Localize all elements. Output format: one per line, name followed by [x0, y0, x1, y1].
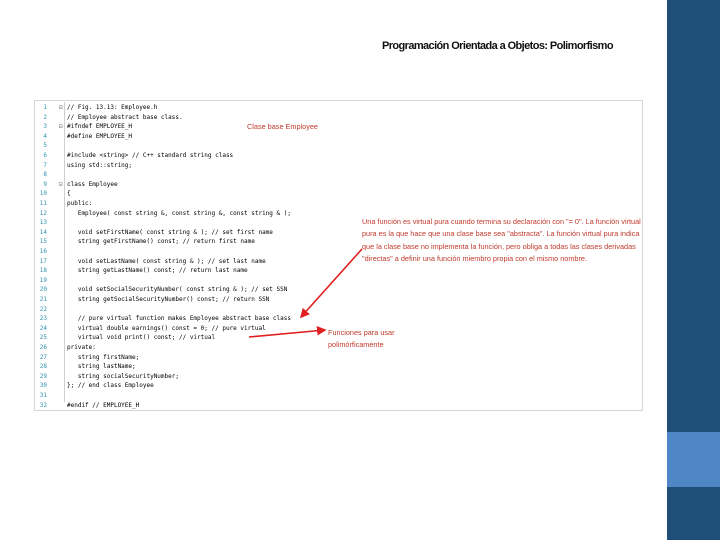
line-number: 18	[39, 267, 47, 275]
line-number: 13	[39, 219, 47, 227]
sidebar-accent	[667, 432, 720, 487]
line-number: 17	[39, 257, 47, 265]
code-line: 9 ⊟ class Employee	[35, 181, 365, 189]
line-number: 19	[39, 276, 47, 284]
code-text: class Employee	[67, 180, 118, 188]
line-number: 11	[39, 200, 47, 207]
code-line: 13	[35, 219, 365, 227]
annotation-pure-virtual: Una función es virtual pura cuando termi…	[362, 217, 641, 264]
line-number: 30	[39, 382, 47, 390]
code-line: 18 string getLastName() const; // return…	[35, 267, 365, 275]
line-number: 4	[43, 132, 47, 140]
line-number: 31	[39, 392, 47, 399]
code-line: 6 #include <string> // C++ standard strin…	[35, 152, 365, 160]
code-line: 1 ⊟ // Fig. 13.13: Employee.h	[35, 104, 365, 112]
code-line: 32 #endif // EMPLOYEE_H	[35, 402, 365, 410]
line-number: 22	[39, 305, 47, 313]
line-number: 8	[43, 171, 47, 179]
code-text: using std::string;	[67, 161, 133, 169]
code-text: private:	[67, 344, 96, 351]
code-text: void setLastName( const string & ); // s…	[67, 257, 266, 265]
code-line: 8	[35, 171, 365, 179]
code-line: 11 public:	[35, 200, 365, 208]
code-text: string firstName;	[67, 353, 140, 361]
line-number: 15	[39, 238, 47, 246]
code-screenshot: 1 ⊟ // Fig. 13.13: Employee.h 2 // Employee …	[34, 100, 643, 411]
line-number: 6	[43, 152, 47, 159]
code-line: 29 string socialSecurityNumber;	[35, 373, 365, 381]
code-text: virtual void print() const; // virtual	[67, 334, 216, 342]
fold-toggle-icon: ⊟	[59, 180, 63, 188]
code-line: 21 string getSocialSecurityNumber() cons…	[35, 296, 365, 304]
code-text: virtual double earnings() const = 0; // …	[67, 324, 266, 332]
code-line: 16	[35, 248, 365, 256]
code-line: 14 void setFirstName( const string & ); …	[35, 229, 365, 237]
fold-toggle-icon: ⊟	[59, 123, 63, 131]
code-text: string lastName;	[67, 363, 136, 371]
line-number: 29	[39, 372, 47, 380]
code-text: string socialSecurityNumber;	[67, 372, 179, 380]
code-text: void setSocialSecurityNumber( const stri…	[67, 286, 288, 294]
line-number: 26	[39, 344, 47, 351]
code-text: #define EMPLOYEE_H	[67, 132, 133, 140]
code-line: 12 Employee( const string &, const strin…	[35, 210, 365, 218]
code-line: 30 }; // end class Employee	[35, 382, 365, 390]
code-text: string getFirstName() const; // return f…	[67, 238, 255, 246]
code-line: 28 string lastName;	[35, 363, 365, 371]
code-text: #endif // EMPLOYEE_H	[67, 401, 140, 409]
code-line: 23 // pure virtual function makes Employ…	[35, 315, 365, 323]
code-line: 10 {	[35, 190, 365, 198]
code-line: 19	[35, 277, 365, 285]
fold-toggle-icon: ⊟	[59, 104, 63, 111]
code-line: 31	[35, 392, 365, 400]
code-text: string getSocialSecurityNumber() const; …	[67, 296, 270, 303]
code-text: void setFirstName( const string & ); // …	[67, 228, 273, 236]
code-text: {	[67, 190, 71, 198]
code-line: 4 #define EMPLOYEE_H	[35, 133, 365, 141]
code-line: 15 string getFirstName() const; // retur…	[35, 238, 365, 246]
line-number: 25	[39, 334, 47, 342]
code-line: 5	[35, 142, 365, 150]
code-text: // Fig. 13.13: Employee.h	[67, 104, 158, 111]
code-line: 27 string firstName;	[35, 354, 365, 362]
line-number: 14	[39, 228, 47, 236]
line-number: 3	[43, 123, 47, 131]
code-line: 24 virtual double earnings() const = 0; …	[35, 325, 365, 333]
code-text: #ifndef EMPLOYEE_H	[67, 123, 133, 131]
code-line: 7 using std::string;	[35, 162, 365, 170]
code-line: 17 void setLastName( const string & ); /…	[35, 258, 365, 266]
annotation-base-class: Clase base Employee	[247, 122, 318, 131]
code-line: 20 void setSocialSecurityNumber( const s…	[35, 286, 365, 294]
code-line: 26 private:	[35, 344, 365, 352]
line-number: 7	[43, 161, 47, 169]
code-text: // Employee abstract base class.	[67, 113, 183, 121]
slide-title: Programación Orientada a Objetos: Polimo…	[382, 40, 614, 52]
line-number: 21	[39, 296, 47, 303]
line-number: 28	[39, 363, 47, 371]
code-text: }; // end class Employee	[67, 382, 154, 390]
line-number: 2	[43, 113, 47, 121]
line-number: 32	[39, 401, 47, 409]
code-text: public:	[67, 200, 93, 207]
line-number: 16	[39, 248, 47, 255]
code-text: // pure virtual function makes Employee …	[67, 315, 291, 323]
code-text: string getLastName() const; // return la…	[67, 267, 248, 275]
code-text: Employee( const string &, const string &…	[67, 209, 291, 217]
code-line: 22	[35, 306, 365, 314]
code-text: #include <string> // C++ standard string…	[67, 152, 234, 159]
annotation-polymorphic-functions: Funciones para usar polimórficamente	[328, 328, 395, 350]
line-number: 10	[39, 190, 47, 198]
line-number: 9	[43, 180, 47, 188]
line-number: 27	[39, 353, 47, 361]
line-number: 23	[39, 315, 47, 323]
code-line: 25 virtual void print() const; // virtua…	[35, 334, 365, 342]
line-number: 20	[39, 286, 47, 294]
line-number: 24	[39, 324, 47, 332]
line-number: 5	[43, 142, 47, 150]
line-number: 12	[39, 209, 47, 217]
line-number: 1	[43, 104, 47, 111]
